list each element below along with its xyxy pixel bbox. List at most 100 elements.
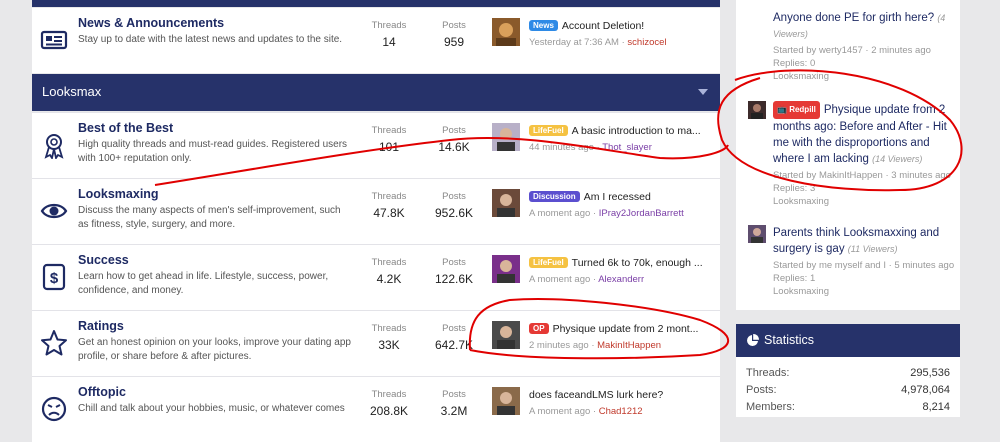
avatar[interactable] (492, 255, 520, 283)
latest-post[interactable]: Discussion Am I recessed A moment ago · I… (492, 189, 717, 229)
avatar[interactable] (748, 101, 766, 119)
forum-title[interactable]: Offtopic (78, 385, 126, 399)
avatar[interactable] (748, 225, 766, 243)
avatar[interactable] (492, 18, 520, 46)
latest-thread-title[interactable]: Discussion Am I recessed (529, 191, 719, 203)
latest-time: Yesterday at 7:36 AM (529, 37, 619, 48)
latest-thread-title[interactable]: LifeFuel Turned 6k to 70k, enough ... (529, 257, 719, 269)
sidebar-thread-meta: Started by me myself and I · 5 minutes a… (773, 259, 958, 298)
latest-meta: 44 minutes ago · Thot_slayer (529, 142, 652, 153)
angry-face-icon (40, 395, 68, 423)
latest-user[interactable]: IPray2JordanBarrett (599, 208, 684, 219)
latest-thread-text[interactable]: A basic introduction to ma... (572, 125, 701, 137)
forum-node[interactable]: Ratings Get an honest opinion on your lo… (32, 310, 720, 376)
latest-post[interactable]: OP Physique update from 2 mont... 2 minut… (492, 321, 717, 361)
latest-time: A moment ago (529, 274, 591, 285)
stat-label: Posts (442, 20, 466, 31)
thread-forum[interactable]: Looksmaxing (773, 195, 958, 208)
stat-key: Posts: (746, 384, 777, 396)
forum-node[interactable]: $ Success Learn how to get ahead in life… (32, 244, 720, 310)
latest-post[interactable]: LifeFuel Turned 6k to 70k, enough ... A m… (492, 255, 717, 295)
stat-label: Threads (371, 257, 407, 268)
latest-threads-widget: Anyone done PE for girth here? (4 Viewer… (736, 0, 960, 310)
latest-user[interactable]: MakinItHappen (597, 340, 661, 351)
avatar[interactable] (492, 123, 520, 151)
badge-label: Redpill (789, 105, 816, 114)
avatar[interactable] (492, 189, 520, 217)
forum-node[interactable]: Looksmaxing Discuss the many aspects of … (32, 178, 720, 244)
forum-title[interactable]: Looksmaxing (78, 187, 159, 201)
latest-meta: A moment ago · Chad1212 (529, 406, 643, 417)
sidebar-thread-title[interactable]: Parents think Looksmaxxing and surgery i… (773, 225, 958, 257)
stat-value: 8,214 (922, 401, 950, 413)
thread-starter: Started by werty1457 · 2 minutes ago (773, 45, 931, 56)
latest-time: 44 minutes ago (529, 142, 594, 153)
reply-count: Replies: 0 (773, 58, 816, 69)
stat-value: 14.6K (438, 140, 470, 154)
latest-post[interactable]: News Account Deletion! Yesterday at 7:36 … (492, 18, 717, 58)
stat-value: 3.2M (440, 404, 468, 418)
posts-stat: Posts 642.7K (424, 323, 484, 352)
collapse-icon[interactable] (698, 89, 708, 95)
threads-stat: Threads 47.8K (359, 191, 419, 220)
stat-label: Threads (371, 20, 407, 31)
sidebar-thread-title[interactable]: 📺 Redpill Physique update from 2 months a… (773, 101, 958, 167)
latest-thread-text[interactable]: Physique update from 2 mont... (553, 323, 699, 335)
threads-stat: Threads 33K (359, 323, 419, 352)
latest-thread-title[interactable]: LifeFuel A basic introduction to ma... (529, 125, 719, 137)
statistics-widget: Statistics Threads: 295,536 Posts: 4,978,0… (736, 324, 960, 417)
forum-node[interactable]: Best of the Best High quality threads an… (32, 112, 720, 178)
stat-label: Posts (442, 125, 466, 136)
forum-description: Get an honest opinion on your looks, imp… (78, 337, 351, 362)
posts-stat: Posts 952.6K (424, 191, 484, 220)
threads-stat: Threads 4.2K (359, 257, 419, 286)
latest-thread-text[interactable]: Turned 6k to 70k, enough ... (572, 257, 703, 269)
prefix-badge: LifeFuel (529, 125, 568, 136)
category-header-looksmax[interactable]: Looksmax (32, 74, 720, 111)
stat-label: Posts (442, 191, 466, 202)
latest-time: A moment ago (529, 208, 591, 219)
forum-title[interactable]: Best of the Best (78, 121, 173, 135)
forum-node[interactable]: Offtopic Chill and talk about your hobbi… (32, 376, 720, 442)
latest-meta: Yesterday at 7:36 AM · schizocel (529, 37, 667, 48)
sidebar-thread-text[interactable]: Anyone done PE for girth here? (773, 12, 934, 24)
thread-starter: Started by me myself and I · 5 minutes a… (773, 260, 955, 271)
stat-label: Posts (442, 389, 466, 400)
sidebar-thread-title[interactable]: Anyone done PE for girth here? (4 Viewer… (773, 10, 958, 42)
posts-stat: Posts 122.6K (424, 257, 484, 286)
stat-label: Threads (371, 389, 407, 400)
avatar[interactable] (492, 321, 520, 349)
category-header-bottom (32, 0, 720, 7)
latest-user[interactable]: schizocel (627, 37, 666, 48)
forum-description: Discuss the many aspects of men's self-i… (78, 205, 341, 230)
avatar[interactable] (492, 387, 520, 415)
latest-post[interactable]: LifeFuel A basic introduction to ma... 44… (492, 123, 717, 163)
forum-node-news[interactable]: News & Announcements Stay up to date wit… (32, 8, 720, 73)
latest-time: 2 minutes ago (529, 340, 589, 351)
latest-user[interactable]: Alexanderr (598, 274, 644, 285)
latest-thread-title[interactable]: News Account Deletion! (529, 20, 719, 32)
prefix-badge: OP (529, 323, 549, 334)
thread-forum[interactable]: Looksmaxing (773, 285, 958, 298)
latest-post[interactable]: does faceandLMS lurk here? A moment ago … (492, 387, 717, 427)
forum-title[interactable]: Ratings (78, 319, 124, 333)
latest-user[interactable]: Chad1212 (599, 406, 643, 417)
latest-thread-text[interactable]: does faceandLMS lurk here? (529, 389, 663, 401)
threads-stat: Threads 101 (359, 125, 419, 154)
news-badge: News (529, 20, 558, 31)
category-title[interactable]: Looksmax (42, 84, 101, 99)
latest-thread-title[interactable]: OP Physique update from 2 mont... (529, 323, 719, 335)
stat-value: 295,536 (910, 367, 950, 379)
latest-thread-title[interactable]: does faceandLMS lurk here? (529, 389, 719, 401)
forum-description: Stay up to date with the latest news and… (78, 34, 343, 45)
latest-thread-text[interactable]: Am I recessed (584, 191, 651, 203)
latest-thread-text[interactable]: Account Deletion! (562, 20, 644, 32)
latest-meta: A moment ago · Alexanderr (529, 274, 645, 285)
latest-user[interactable]: Thot_slayer (602, 142, 652, 153)
forum-title[interactable]: Success (78, 253, 129, 267)
dollar-icon: $ (40, 263, 68, 291)
viewer-count: (14 Viewers) (872, 154, 923, 164)
forum-title[interactable]: News & Announcements (78, 16, 224, 30)
stat-value: 208.8K (369, 404, 409, 418)
thread-forum[interactable]: Looksmaxing (773, 70, 958, 83)
